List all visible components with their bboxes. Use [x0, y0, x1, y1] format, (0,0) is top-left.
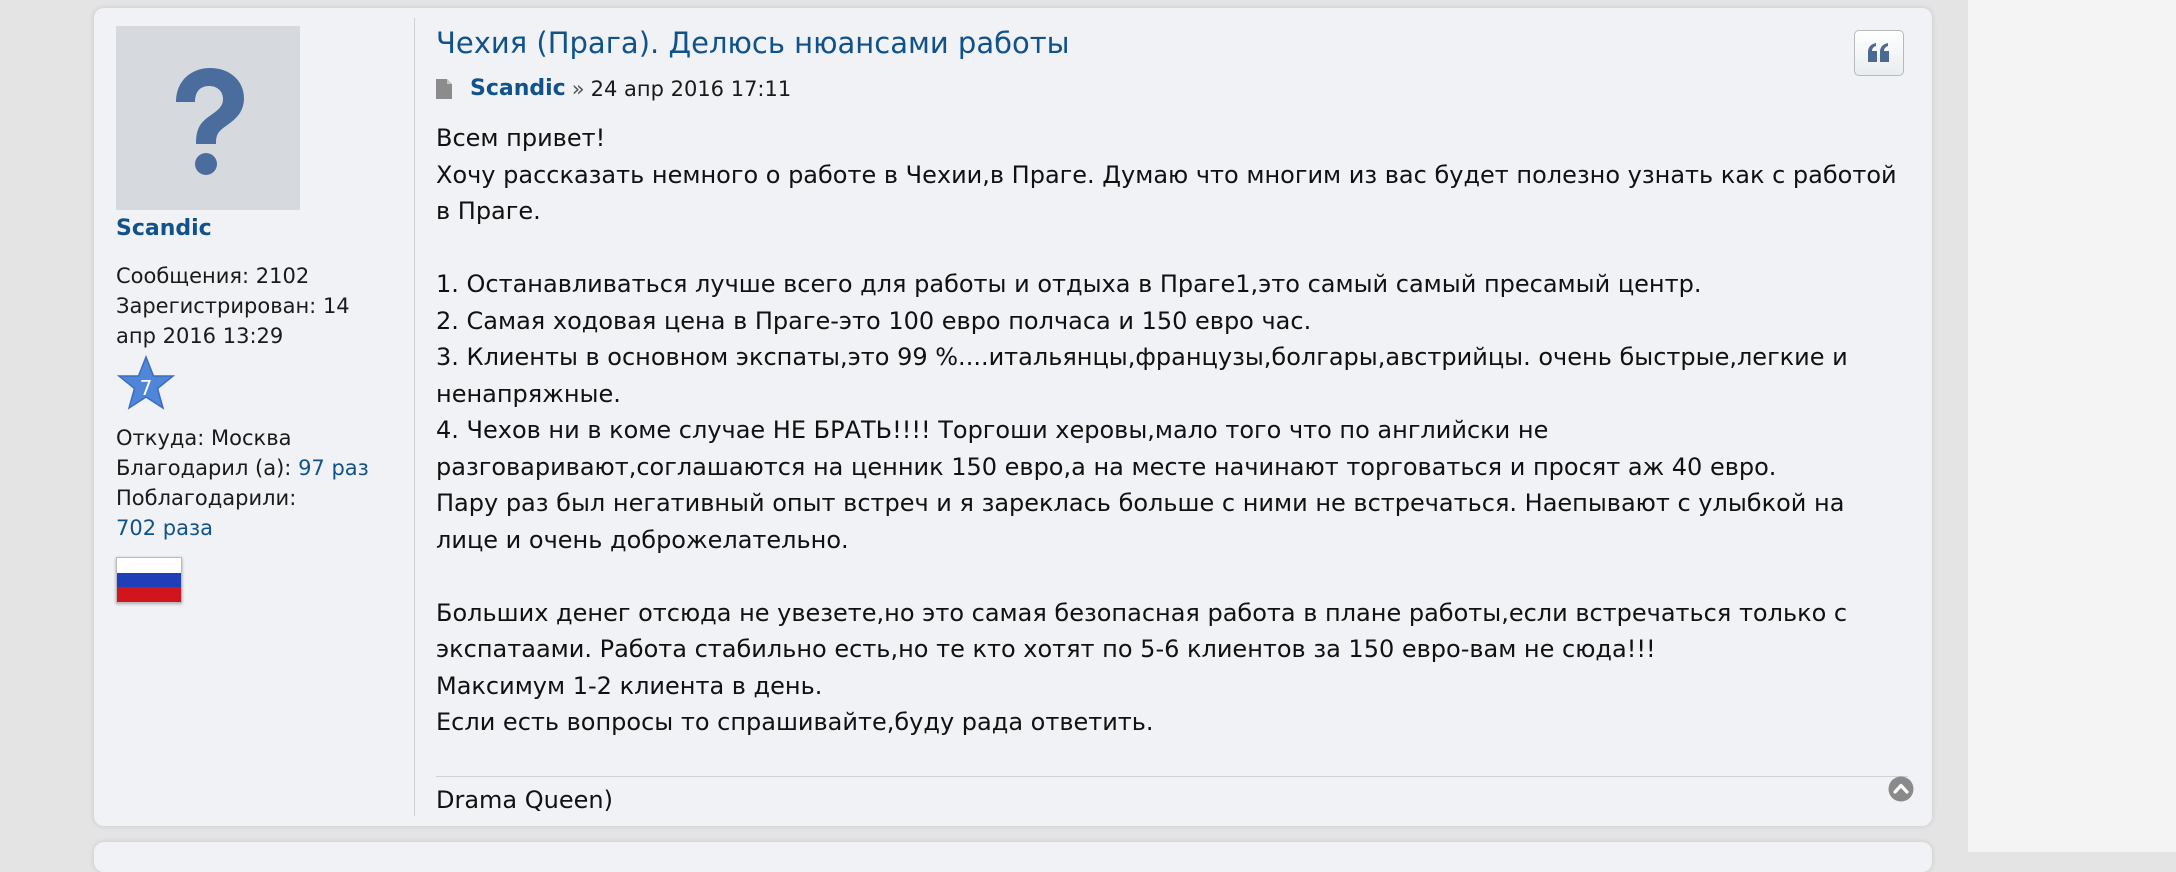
avatar[interactable] [116, 26, 300, 210]
was-thanked-label: Поблагодарили: [116, 486, 297, 510]
post-signature: Drama Queen) [436, 786, 613, 814]
question-mark-icon [176, 68, 244, 175]
arrow-up-circle-icon[interactable] [1888, 776, 1914, 802]
post-line: Всем привет! [436, 124, 606, 152]
post-line: 1. Останавливаться лучше всего для работ… [436, 270, 1702, 298]
page-background-right [1968, 0, 2176, 852]
post-line: Максимум 1-2 клиента в день. [436, 671, 823, 700]
was-thanked-row: Поблагодарили: 702 раза [116, 483, 408, 543]
document-icon[interactable] [436, 79, 452, 99]
was-thanked-link[interactable]: 702 раза [116, 516, 213, 540]
post-author-link[interactable]: Scandic [470, 76, 566, 102]
post-line: 4. Чехов ни в коме случае НЕ БРАТЬ!!!! Т… [436, 416, 1777, 481]
location-row: Откуда: Москва [116, 423, 408, 453]
registered-row: Зарегистрирован: 14 апр 2016 13:29 [116, 291, 408, 351]
signature-divider [436, 776, 1908, 777]
post-title[interactable]: Чехия (Прага). Делюсь нюансами работы [436, 24, 1906, 62]
registered-value-part1: 14 [322, 294, 350, 318]
quote-icon [1868, 43, 1889, 62]
location-label: Откуда: [116, 426, 205, 450]
post-line: 2. Самая ходовая цена в Праге-это 100 ев… [436, 306, 1312, 335]
posts-count-label: Сообщения: [116, 264, 250, 288]
star-icon: 7 [116, 354, 176, 410]
post-line: Пару раз был негативный опыт встреч и я … [436, 489, 1845, 554]
profile-fields: Сообщения: 2102 Зарегистрирован: 14 апр … [116, 261, 408, 611]
post-author-line: Scandic » 24 апр 2016 17:11 [436, 76, 1906, 102]
next-post-edge [94, 842, 1932, 872]
post-date: 24 апр 2016 17:11 [590, 77, 792, 101]
rank-number: 7 [140, 376, 153, 400]
thanked-label: Благодарил (а): [116, 456, 292, 480]
quote-button[interactable] [1854, 30, 1904, 76]
profile-divider [414, 18, 415, 816]
registered-value-part2: апр 2016 13:29 [116, 324, 284, 348]
post-line: Больших денег отсюда не увезете,но это с… [436, 598, 1848, 664]
post-line: Хочу рассказать немного о работе в Чехии… [436, 160, 1897, 226]
post-body: Чехия (Прага). Делюсь нюансами работы Sc… [436, 24, 1906, 741]
post-line: Если есть вопросы то спрашивайте,буду ра… [436, 708, 1154, 736]
forum-post: Scandic Сообщения: 2102 Зарегистрирован:… [94, 8, 1932, 826]
russia-flag-icon [116, 557, 182, 603]
location-value: Москва [211, 426, 292, 450]
author-separator: » [571, 77, 585, 101]
registered-label: Зарегистрирован: [116, 294, 317, 318]
posts-count-value[interactable]: 2102 [256, 264, 309, 288]
thanked-row: Благодарил (а): 97 раз [116, 453, 408, 483]
post-content: Всем привет! Хочу рассказать немного о р… [436, 120, 1906, 741]
posts-count-row: Сообщения: 2102 [116, 261, 408, 291]
post-profile: Scandic Сообщения: 2102 Зарегистрирован:… [116, 26, 408, 611]
profile-username[interactable]: Scandic [116, 216, 408, 241]
post-line: 3. Клиенты в основном экспаты,это 99 %..… [436, 343, 1848, 408]
thanked-link[interactable]: 97 раз [298, 456, 369, 480]
